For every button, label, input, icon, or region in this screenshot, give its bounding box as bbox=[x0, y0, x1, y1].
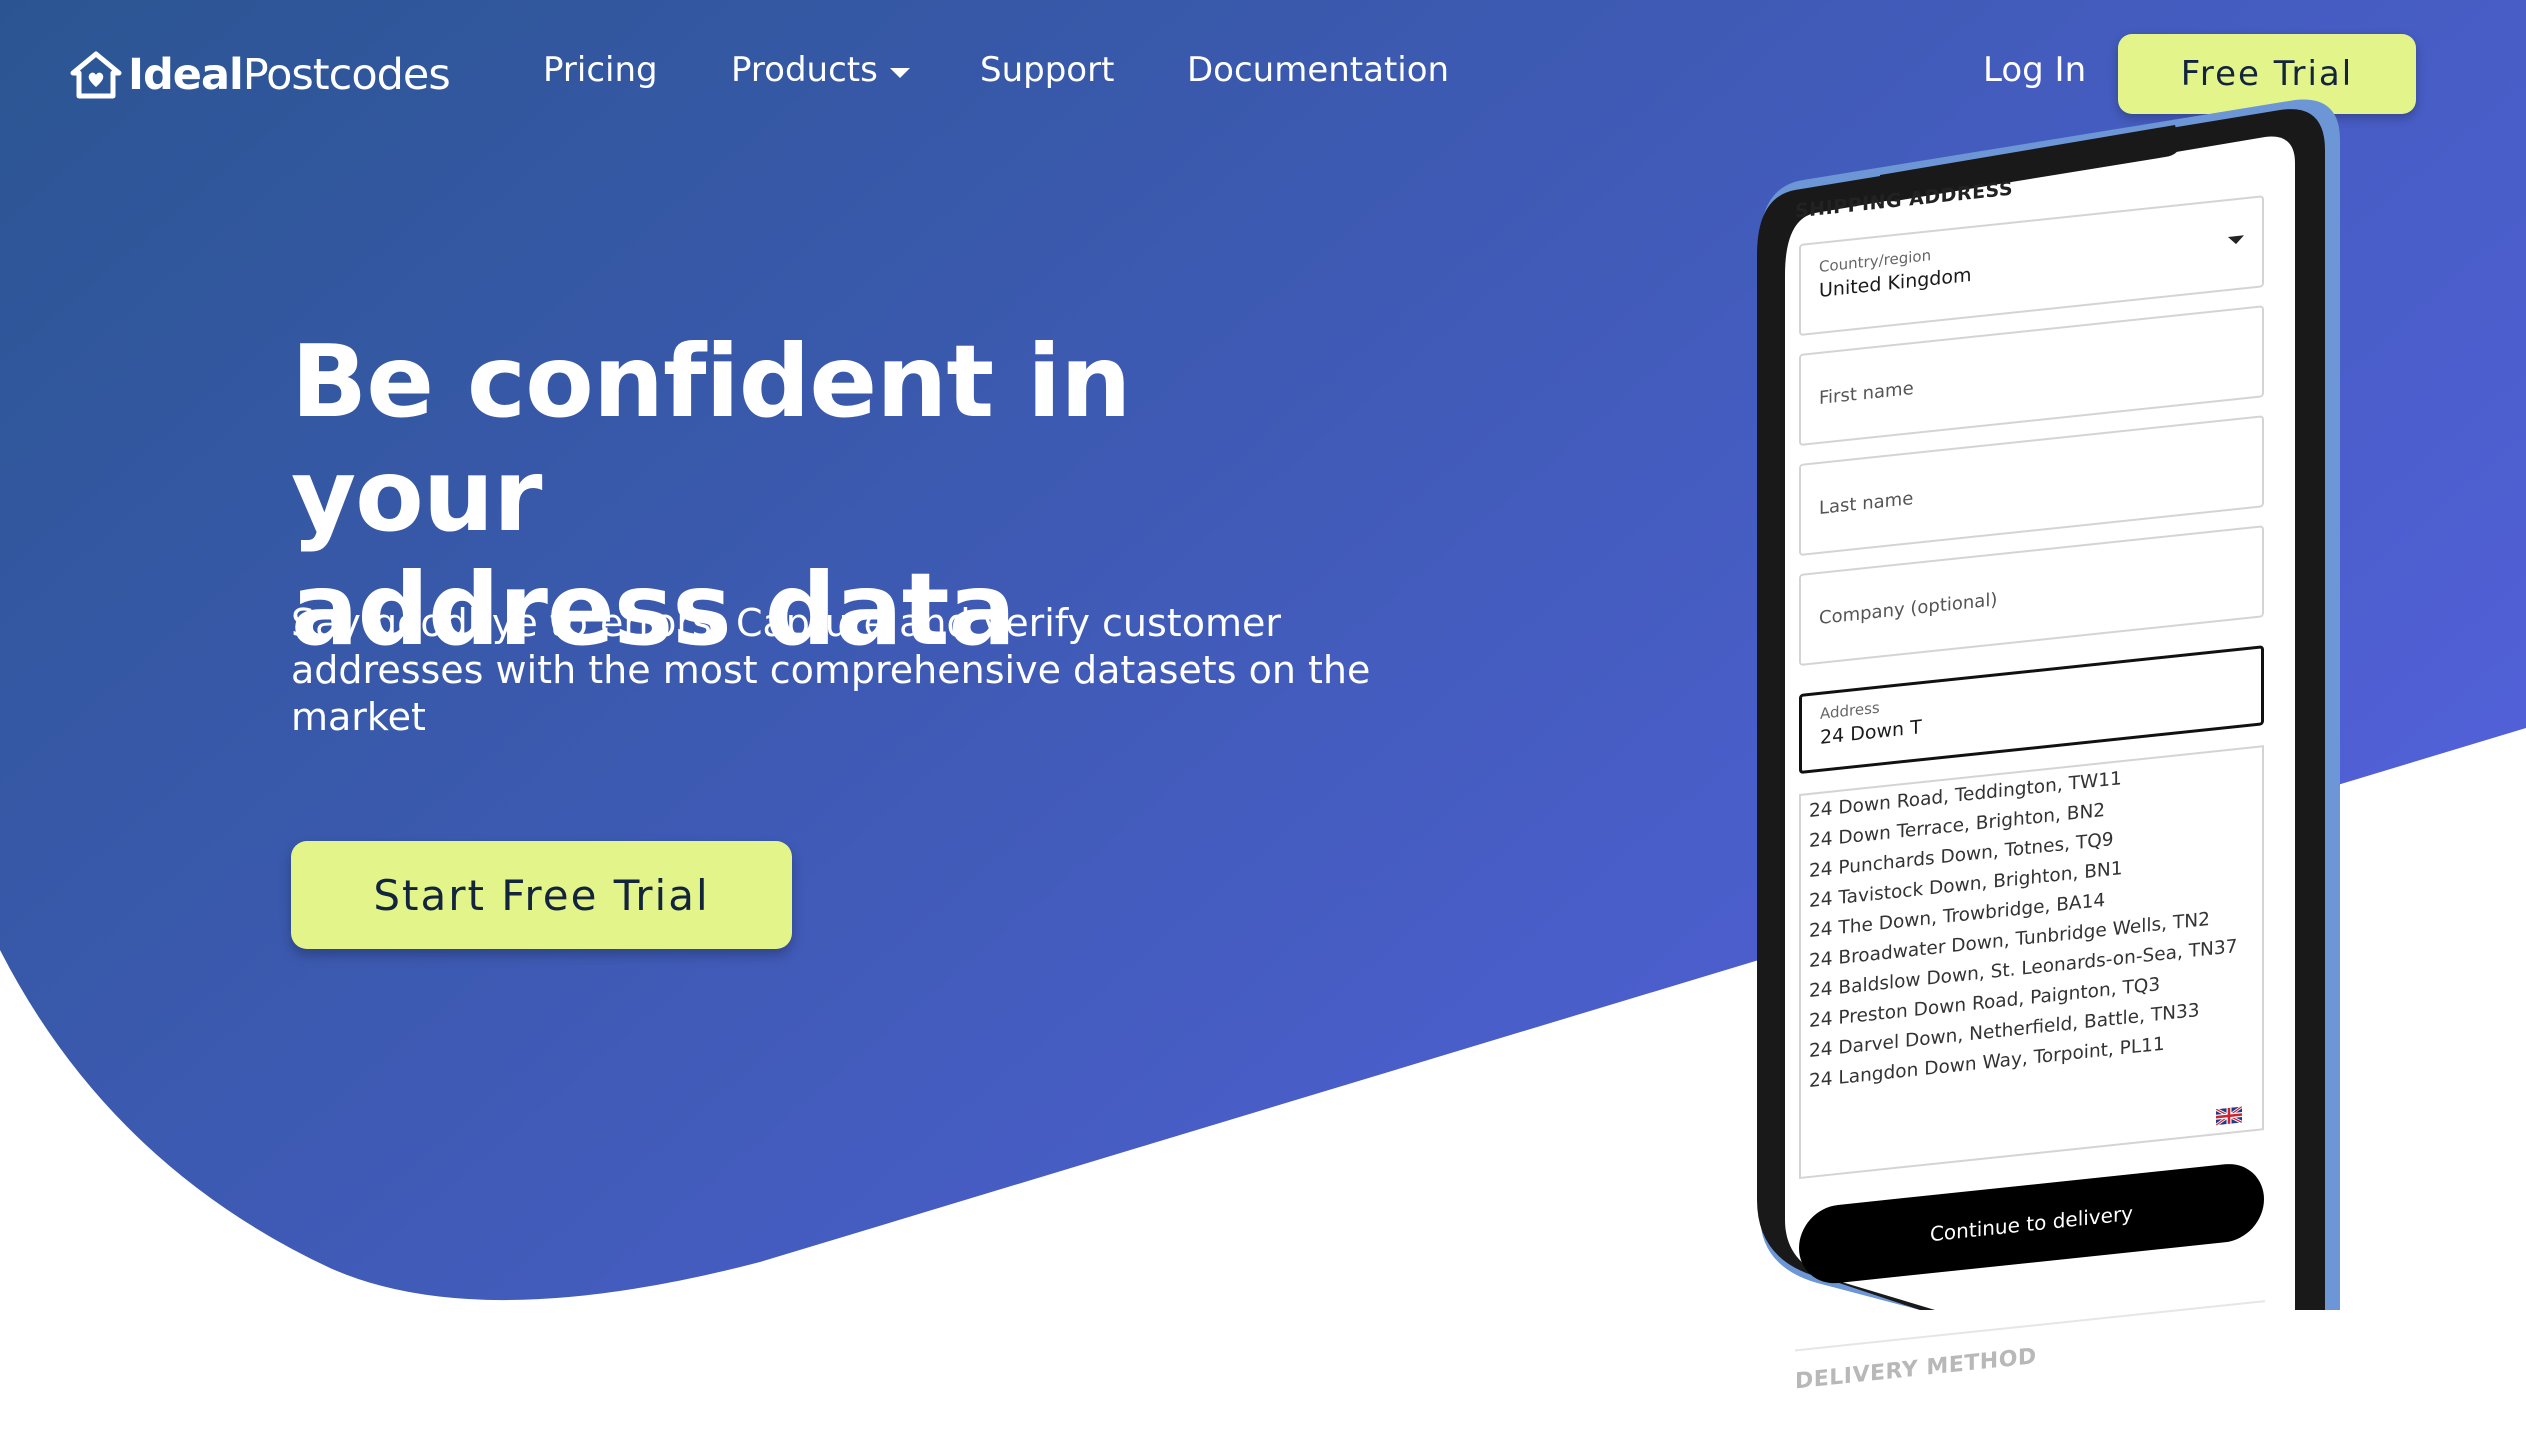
address-suggestions-list: 24 Down Road, Teddington, TW11 24 Down T… bbox=[1799, 745, 2264, 1180]
site-logo[interactable]: Ideal Postcodes bbox=[70, 40, 451, 110]
nav-support[interactable]: Support bbox=[980, 50, 1114, 90]
phone-checkout-form: SHIPPING ADDRESS Country/region United K… bbox=[1790, 85, 2270, 1394]
nav-documentation[interactable]: Documentation bbox=[1187, 50, 1449, 90]
chevron-down-icon bbox=[889, 68, 910, 78]
nav-documentation-label: Documentation bbox=[1187, 50, 1450, 90]
shipping-address-heading: SHIPPING ADDRESS bbox=[1795, 177, 2014, 223]
logo-text-bold: Ideal bbox=[128, 50, 244, 100]
hero-title-line-1: Be confident in your bbox=[291, 323, 1131, 554]
last-name-placeholder: Last name bbox=[1819, 488, 1914, 519]
nav-products-label: Products bbox=[731, 50, 878, 90]
nav-support-label: Support bbox=[980, 50, 1115, 90]
nav-pricing[interactable]: Pricing bbox=[543, 50, 658, 90]
chevron-down-icon bbox=[2228, 235, 2244, 245]
logo-text-light: Postcodes bbox=[242, 50, 451, 100]
hero-subtitle: Say goodbye to errors. Capture and verif… bbox=[291, 601, 1371, 739]
nav-products[interactable]: Products bbox=[731, 50, 910, 90]
start-free-trial-button[interactable]: Start Free Trial bbox=[291, 841, 792, 949]
login-link[interactable]: Log In bbox=[1983, 50, 2086, 90]
uk-flag-icon bbox=[2216, 1106, 2242, 1126]
address-label: Address bbox=[1820, 698, 1880, 723]
nav-pricing-label: Pricing bbox=[543, 50, 658, 90]
company-placeholder: Company (optional) bbox=[1819, 589, 1998, 629]
house-icon bbox=[70, 51, 122, 99]
first-name-placeholder: First name bbox=[1819, 378, 1914, 409]
